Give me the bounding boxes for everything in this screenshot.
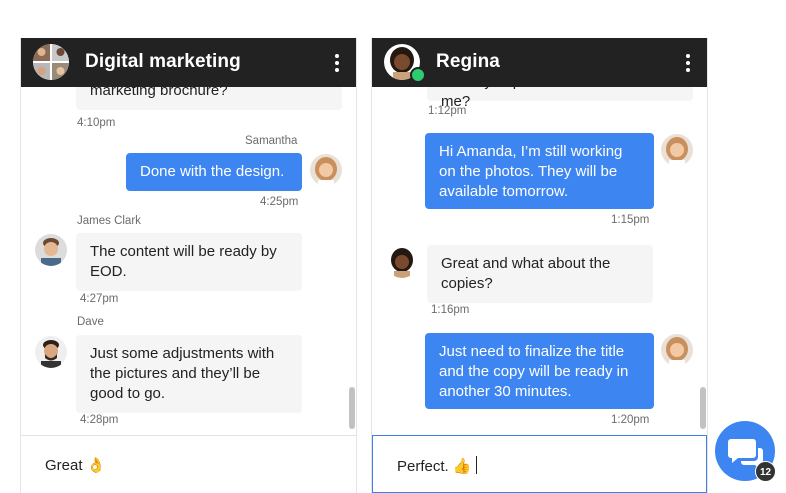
message-input[interactable]: Perfect. 👍 [372, 435, 707, 493]
scrollbar-thumb[interactable] [700, 387, 706, 429]
message-bubble: Hi Amanda, I’m still working on the phot… [425, 133, 654, 209]
message-time: 4:25pm [260, 196, 299, 208]
chat-title: Regina [436, 51, 500, 72]
message-time: 1:12pm [428, 105, 467, 117]
message-time: 1:16pm [431, 304, 470, 316]
more-vertical-icon[interactable] [685, 54, 691, 74]
message-text: Great and what about the copies? [441, 255, 611, 292]
message-text: Hi Amanda, I’m still working on the phot… [439, 143, 623, 200]
message-text: Done with the design. [140, 163, 285, 180]
message-text: marketing brochure? [90, 87, 228, 99]
chat-header: Regina [372, 38, 707, 87]
message-text: The content will be ready by EOD. [90, 243, 277, 280]
chat-window-regina: Regina Could you please send them to me?… [371, 38, 708, 493]
unread-count-badge: 12 [755, 461, 776, 482]
message-input[interactable]: Great 👌 [21, 435, 356, 493]
sender-name: James Clark [77, 215, 141, 227]
message-bubble: Just need to finalize the title and the … [425, 333, 654, 409]
message-input-text: Perfect. 👍 [397, 458, 472, 475]
message-text: Could you please send them to me? [441, 87, 648, 110]
message-bubble: Just some adjustments with the pictures … [76, 335, 302, 413]
message-bubble: marketing brochure? [76, 87, 342, 110]
message-time: 4:28pm [80, 414, 119, 426]
message-bubble: Could you please send them to me? [427, 87, 693, 110]
message-bubble: Done with the design. [126, 153, 302, 191]
message-time: 4:10pm [77, 117, 116, 129]
message-input-value: Perfect. 👍 [397, 456, 477, 475]
avatar-dave [35, 336, 67, 368]
message-time: 1:15pm [611, 214, 650, 226]
message-time: 4:27pm [80, 293, 119, 305]
avatar-amanda [661, 134, 693, 166]
avatar-amanda [661, 334, 693, 366]
avatar-james-clark [35, 234, 67, 266]
online-status-icon [410, 67, 426, 83]
message-list: Could you please send them to me? 1:12pm… [372, 87, 707, 435]
scrollbar-thumb[interactable] [349, 387, 355, 429]
sender-name: Dave [77, 316, 104, 328]
avatar-regina-small [386, 246, 418, 278]
message-list: marketing brochure? 4:10pm Samantha Done… [21, 87, 356, 435]
avatar-samantha [310, 154, 342, 186]
sender-name: Samantha [245, 135, 298, 147]
text-caret [475, 456, 477, 474]
chat-title: Digital marketing [85, 51, 241, 72]
more-vertical-icon[interactable] [334, 54, 340, 74]
message-text: Just some adjustments with the pictures … [90, 345, 275, 402]
chat-window-digital-marketing: Digital marketing marketing brochure? 4:… [20, 38, 357, 493]
message-input-value: Great 👌 [45, 457, 106, 474]
group-avatar [33, 44, 69, 80]
message-bubble: The content will be ready by EOD. [76, 233, 302, 291]
message-text: Just need to finalize the title and the … [439, 343, 629, 400]
chat-header: Digital marketing [21, 38, 356, 87]
message-time: 1:20pm [611, 414, 650, 426]
message-bubble: Great and what about the copies? [427, 245, 653, 303]
